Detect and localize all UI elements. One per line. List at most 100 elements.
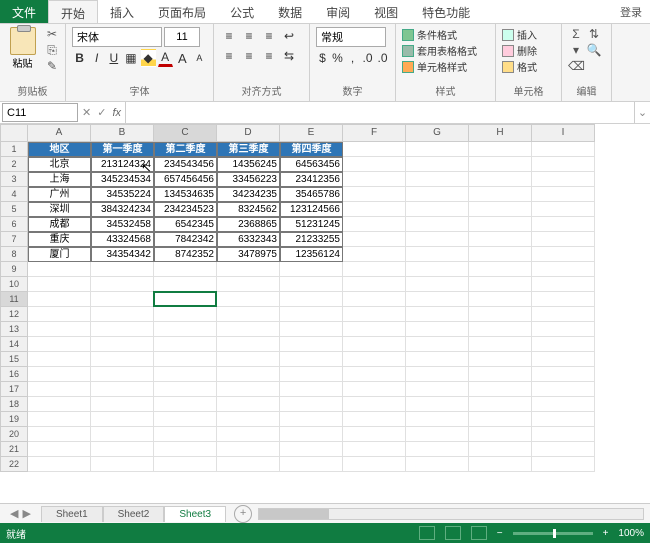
cell-C6[interactable]: 6542345 bbox=[154, 217, 217, 232]
cell-G12[interactable] bbox=[406, 307, 469, 322]
grow-font-button[interactable]: A bbox=[175, 49, 190, 67]
cell-B7[interactable]: 43324568 bbox=[91, 232, 154, 247]
cell-G22[interactable] bbox=[406, 457, 469, 472]
cell-B18[interactable] bbox=[91, 397, 154, 412]
row-header-8[interactable]: 8 bbox=[0, 247, 28, 262]
insert-cells-button[interactable]: 插入 bbox=[502, 27, 555, 42]
cell-F12[interactable] bbox=[343, 307, 406, 322]
tab-view[interactable]: 视图 bbox=[362, 0, 410, 23]
align-center-button[interactable]: ≡ bbox=[240, 47, 258, 65]
cell-C8[interactable]: 8742352 bbox=[154, 247, 217, 262]
cell-A7[interactable]: 重庆 bbox=[28, 232, 91, 247]
tab-formulas[interactable]: 公式 bbox=[218, 0, 266, 23]
row-header-1[interactable]: 1 bbox=[0, 142, 28, 157]
row-header-12[interactable]: 12 bbox=[0, 307, 28, 322]
fill-button[interactable]: ▾ bbox=[568, 43, 584, 57]
format-as-table-button[interactable]: 套用表格格式 bbox=[402, 43, 489, 58]
sheet-tab-sheet1[interactable]: Sheet1 bbox=[41, 506, 103, 522]
row-header-21[interactable]: 21 bbox=[0, 442, 28, 457]
cell-A4[interactable]: 广州 bbox=[28, 187, 91, 202]
cell-B4[interactable]: 34535224 bbox=[91, 187, 154, 202]
cell-I6[interactable] bbox=[532, 217, 595, 232]
cell-G14[interactable] bbox=[406, 337, 469, 352]
cell-G17[interactable] bbox=[406, 382, 469, 397]
cell-H12[interactable] bbox=[469, 307, 532, 322]
cell-E4[interactable]: 35465786 bbox=[280, 187, 343, 202]
cell-A16[interactable] bbox=[28, 367, 91, 382]
cell-A9[interactable] bbox=[28, 262, 91, 277]
cell-B21[interactable] bbox=[91, 442, 154, 457]
cell-D22[interactable] bbox=[217, 457, 280, 472]
format-cells-button[interactable]: 格式 bbox=[502, 59, 555, 74]
border-button[interactable]: ▦ bbox=[123, 49, 138, 67]
align-top-button[interactable]: ≡ bbox=[220, 27, 238, 45]
cell-E12[interactable] bbox=[280, 307, 343, 322]
cell-F22[interactable] bbox=[343, 457, 406, 472]
cell-I16[interactable] bbox=[532, 367, 595, 382]
font-name-input[interactable] bbox=[72, 27, 162, 47]
delete-cells-button[interactable]: 删除 bbox=[502, 43, 555, 58]
cell-G11[interactable] bbox=[406, 292, 469, 307]
cell-I13[interactable] bbox=[532, 322, 595, 337]
row-header-11[interactable]: 11 bbox=[0, 292, 28, 307]
cell-F1[interactable] bbox=[343, 142, 406, 157]
number-format-select[interactable] bbox=[316, 27, 386, 47]
cell-C2[interactable]: 234543456 bbox=[154, 157, 217, 172]
cell-I12[interactable] bbox=[532, 307, 595, 322]
cell-H9[interactable] bbox=[469, 262, 532, 277]
cell-I2[interactable] bbox=[532, 157, 595, 172]
row-header-4[interactable]: 4 bbox=[0, 187, 28, 202]
cell-H2[interactable] bbox=[469, 157, 532, 172]
cut-icon[interactable]: ✂ bbox=[45, 27, 59, 41]
expand-formula-bar-icon[interactable]: ⌄ bbox=[634, 102, 650, 123]
increase-decimal-button[interactable]: .0 bbox=[361, 49, 374, 67]
cell-H5[interactable] bbox=[469, 202, 532, 217]
cell-A11[interactable] bbox=[28, 292, 91, 307]
cell-F19[interactable] bbox=[343, 412, 406, 427]
row-header-5[interactable]: 5 bbox=[0, 202, 28, 217]
cell-B19[interactable] bbox=[91, 412, 154, 427]
cell-F18[interactable] bbox=[343, 397, 406, 412]
cell-C10[interactable] bbox=[154, 277, 217, 292]
cell-G21[interactable] bbox=[406, 442, 469, 457]
clear-button[interactable]: ⌫ bbox=[568, 59, 584, 73]
cell-G16[interactable] bbox=[406, 367, 469, 382]
cell-B11[interactable] bbox=[91, 292, 154, 307]
column-header-B[interactable]: B bbox=[91, 124, 154, 142]
cell-H14[interactable] bbox=[469, 337, 532, 352]
row-header-7[interactable]: 7 bbox=[0, 232, 28, 247]
cell-H10[interactable] bbox=[469, 277, 532, 292]
row-header-13[interactable]: 13 bbox=[0, 322, 28, 337]
cell-B16[interactable] bbox=[91, 367, 154, 382]
align-bottom-button[interactable]: ≡ bbox=[260, 27, 278, 45]
cell-A19[interactable] bbox=[28, 412, 91, 427]
row-header-14[interactable]: 14 bbox=[0, 337, 28, 352]
cell-C1[interactable]: 第二季度 bbox=[154, 142, 217, 157]
zoom-out-button[interactable]: − bbox=[497, 528, 503, 539]
cell-C15[interactable] bbox=[154, 352, 217, 367]
cell-E8[interactable]: 12356124 bbox=[280, 247, 343, 262]
cell-E11[interactable] bbox=[280, 292, 343, 307]
cell-F6[interactable] bbox=[343, 217, 406, 232]
row-header-6[interactable]: 6 bbox=[0, 217, 28, 232]
cell-C16[interactable] bbox=[154, 367, 217, 382]
cell-C12[interactable] bbox=[154, 307, 217, 322]
font-color-button[interactable]: A bbox=[158, 49, 173, 67]
horizontal-scrollbar[interactable] bbox=[258, 508, 644, 520]
cell-E5[interactable]: 123124566 bbox=[280, 202, 343, 217]
cell-E6[interactable]: 51231245 bbox=[280, 217, 343, 232]
cell-E15[interactable] bbox=[280, 352, 343, 367]
cell-F15[interactable] bbox=[343, 352, 406, 367]
cell-D11[interactable] bbox=[217, 292, 280, 307]
row-header-22[interactable]: 22 bbox=[0, 457, 28, 472]
cell-G4[interactable] bbox=[406, 187, 469, 202]
font-size-input[interactable] bbox=[164, 27, 200, 47]
name-box[interactable] bbox=[2, 103, 78, 122]
cell-I3[interactable] bbox=[532, 172, 595, 187]
cell-A18[interactable] bbox=[28, 397, 91, 412]
cell-H17[interactable] bbox=[469, 382, 532, 397]
cell-B13[interactable] bbox=[91, 322, 154, 337]
cell-E17[interactable] bbox=[280, 382, 343, 397]
cell-B20[interactable] bbox=[91, 427, 154, 442]
tab-data[interactable]: 数据 bbox=[266, 0, 314, 23]
